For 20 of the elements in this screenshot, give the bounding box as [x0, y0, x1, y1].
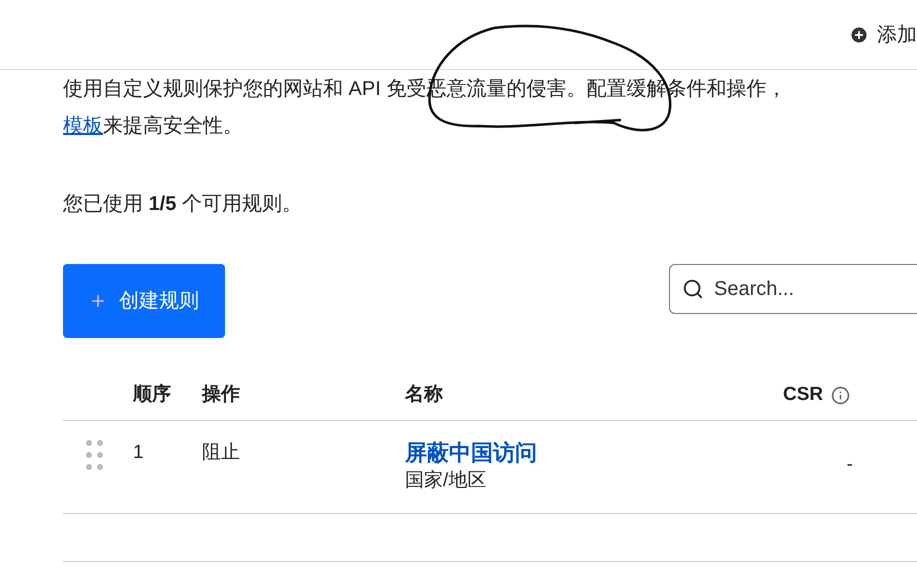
column-header: 名称: [405, 383, 444, 408]
rule-name-link[interactable]: 屏蔽中国访问: [405, 439, 537, 467]
add-button[interactable]: 添加: [849, 20, 917, 50]
table-cell-text: -: [846, 453, 853, 477]
column-header: CSR: [783, 383, 824, 408]
table-cell-text: 国家/地区: [405, 469, 488, 493]
column-header: 顺序: [133, 382, 172, 408]
plus-circle-icon: [849, 24, 869, 44]
column-header: 操作: [202, 383, 241, 408]
drag-handle-icon[interactable]: [86, 440, 103, 470]
table-cell-text: 阻止: [202, 441, 241, 465]
usage-text: 您已使用 1/5 个可用规则。: [63, 192, 303, 217]
search-field[interactable]: Search...: [669, 264, 917, 314]
description-text: 来提高安全性。: [103, 114, 243, 139]
info-icon: [831, 386, 850, 405]
plus-icon: [89, 292, 107, 310]
create-rule-button[interactable]: 创建规则: [63, 264, 225, 338]
table-cell-text: 1: [133, 441, 145, 465]
search-icon: [682, 278, 704, 300]
template-link[interactable]: 模板: [63, 108, 103, 145]
